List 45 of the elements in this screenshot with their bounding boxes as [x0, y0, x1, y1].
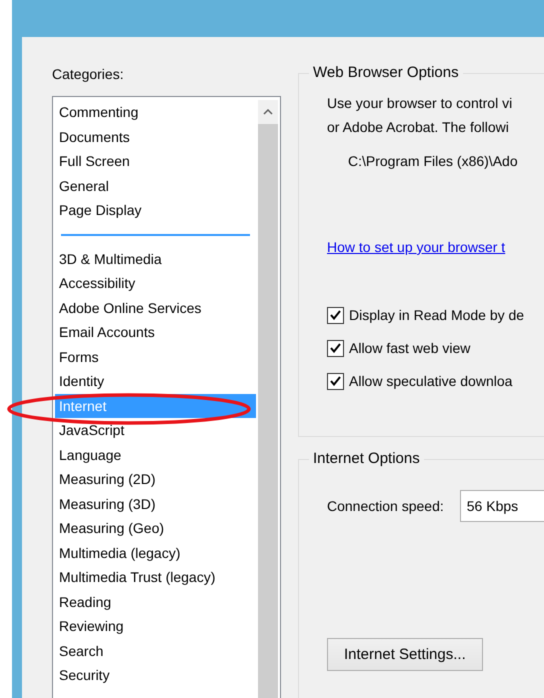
connection-speed-label: Connection speed:	[327, 498, 444, 514]
category-item[interactable]: Accessibility	[55, 271, 256, 296]
checkbox[interactable]	[327, 340, 344, 356]
connection-speed-dropdown[interactable]: 56 Kbps	[460, 490, 544, 522]
category-item[interactable]: Search	[55, 638, 256, 663]
category-item[interactable]: Multimedia (legacy)	[55, 540, 256, 565]
category-item[interactable]: Full Screen	[55, 149, 256, 174]
checkbox-label: Allow speculative downloa	[349, 373, 512, 389]
category-item[interactable]: Measuring (Geo)	[55, 516, 256, 540]
check-icon	[330, 343, 341, 353]
group-title: Web Browser Options	[312, 64, 460, 82]
category-item[interactable]: Email Accounts	[55, 320, 256, 344]
checkbox-option[interactable]: Allow speculative downloa	[327, 369, 544, 393]
category-item[interactable]: Security	[55, 663, 256, 688]
check-icon	[330, 310, 341, 320]
check-icon	[330, 376, 341, 386]
category-item[interactable]: Identity	[55, 369, 256, 394]
category-item[interactable]: Commenting	[55, 100, 256, 124]
checkbox-label: Allow fast web view	[349, 340, 470, 356]
scroll-up-icon[interactable]	[263, 109, 273, 115]
scrollbar[interactable]	[258, 100, 278, 698]
checkbox[interactable]	[327, 306, 344, 324]
category-item[interactable]: Reviewing	[55, 614, 256, 638]
category-item[interactable]: Language	[55, 442, 256, 467]
description-text: Use your browser to control vi or Adobe Acrobat. The followi	[327, 94, 514, 137]
checkbox-label: Display in Read Mode by de	[349, 307, 524, 323]
internet-settings-button[interactable]: Internet Settings...	[327, 638, 483, 671]
category-item[interactable]: Reading	[55, 590, 256, 614]
help-link[interactable]: How to set up your browser t	[327, 239, 506, 255]
category-item[interactable]: Page Display	[55, 198, 256, 222]
path-text: C:\Program Files (x86)\Ado	[348, 153, 519, 169]
category-item[interactable]: Measuring (3D)	[55, 492, 256, 516]
category-item[interactable]: Forms	[55, 344, 256, 369]
group-title: Internet Options	[312, 450, 421, 468]
category-item[interactable]: JavaScript	[55, 418, 256, 442]
category-item[interactable]: Adobe Online Services	[55, 296, 256, 320]
category-item[interactable]: Multimedia Trust (legacy)	[55, 565, 256, 590]
checkbox[interactable]	[327, 372, 344, 390]
category-item[interactable]: Documents	[55, 124, 256, 149]
category-item[interactable]: Measuring (2D)	[55, 467, 256, 492]
checkbox-option[interactable]: Display in Read Mode by de	[327, 303, 544, 327]
categories-label: Categories:	[52, 65, 124, 84]
checkbox-option[interactable]: Allow fast web view	[327, 336, 544, 360]
category-item[interactable]: General	[55, 174, 256, 198]
category-item[interactable]: 3D & Multimedia	[55, 246, 256, 271]
